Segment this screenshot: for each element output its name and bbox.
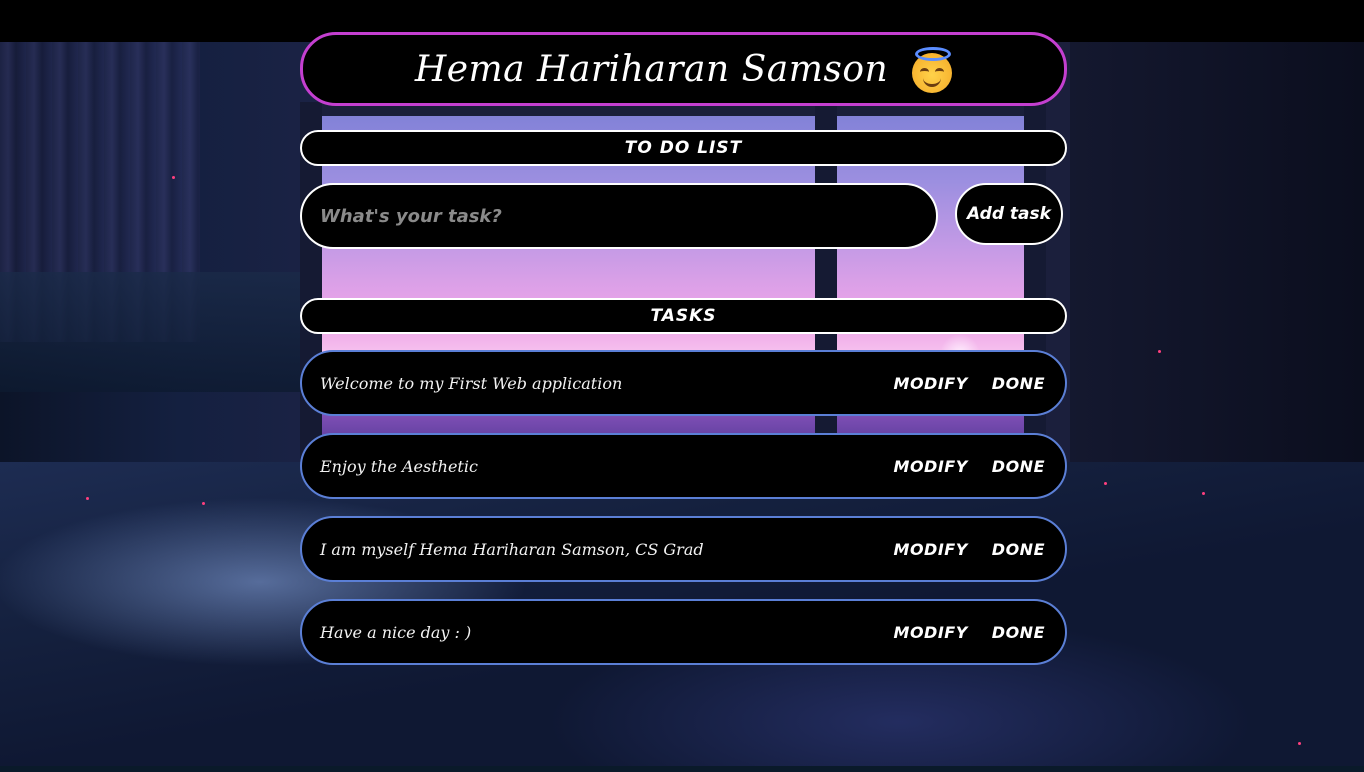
tasks-heading: TASKS (300, 298, 1067, 334)
task-text: Enjoy the Aesthetic (320, 456, 478, 476)
spark-decoration (172, 176, 175, 179)
emoji-mouth (923, 75, 942, 87)
spark-decoration (86, 497, 89, 500)
app-title: Hema Hariharan Samson (414, 48, 889, 90)
done-task-button[interactable]: DONE (992, 623, 1045, 642)
task-item: Have a nice day : ) MODIFY DONE (300, 599, 1067, 665)
done-task-button[interactable]: DONE (992, 540, 1045, 559)
task-item: I am myself Hema Hariharan Samson, CS Gr… (300, 516, 1067, 582)
app-title-banner: Hema Hariharan Samson (300, 32, 1067, 106)
done-task-button[interactable]: DONE (992, 374, 1045, 393)
wall-decoration (1070, 42, 1364, 492)
task-item: Enjoy the Aesthetic MODIFY DONE (300, 433, 1067, 499)
shelf-decoration (0, 272, 300, 392)
bottom-strip (0, 766, 1364, 772)
todo-list-heading-label: TO DO LIST (624, 138, 743, 158)
spark-decoration (1158, 350, 1161, 353)
task-input[interactable] (318, 204, 912, 228)
modify-task-button[interactable]: MODIFY (894, 623, 968, 642)
todo-list-heading: TO DO LIST (300, 130, 1067, 166)
modify-task-button[interactable]: MODIFY (894, 374, 968, 393)
task-input-container (300, 183, 938, 249)
task-text: I am myself Hema Hariharan Samson, CS Gr… (320, 539, 704, 559)
spark-decoration (1104, 482, 1107, 485)
spark-decoration (1202, 492, 1205, 495)
task-text: Welcome to my First Web application (320, 373, 623, 393)
add-task-button[interactable]: Add task (955, 183, 1063, 245)
task-item: Welcome to my First Web application MODI… (300, 350, 1067, 416)
tasks-heading-label: TASKS (650, 306, 717, 326)
task-text: Have a nice day : ) (320, 622, 472, 642)
modify-task-button[interactable]: MODIFY (894, 457, 968, 476)
modify-task-button[interactable]: MODIFY (894, 540, 968, 559)
smiling-face-with-halo-icon (912, 47, 953, 93)
done-task-button[interactable]: DONE (992, 457, 1045, 476)
spark-decoration (202, 502, 205, 505)
spark-decoration (1298, 742, 1301, 745)
